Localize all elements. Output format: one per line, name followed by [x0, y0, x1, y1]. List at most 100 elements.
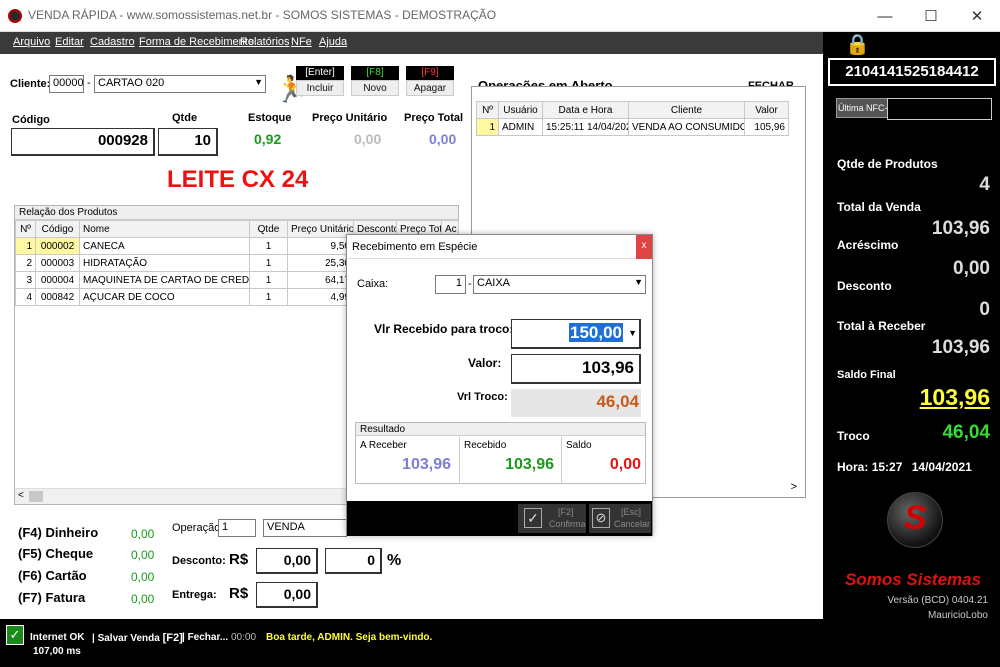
table-row[interactable]: 1 ADMIN 15:25:11 14/04/2021 VENDA AO CON… — [476, 118, 789, 136]
caixa-select[interactable]: CAIXA ▼ — [473, 275, 646, 294]
menu-forma-recebimento[interactable]: Forma de Recebimento — [139, 36, 254, 48]
data-value: 14/04/2021 — [911, 460, 972, 474]
col-header: Cliente — [628, 101, 745, 119]
scroll-thumb[interactable] — [29, 491, 43, 502]
recebido-value: 150,00 — [569, 323, 623, 342]
acrescimo-label: Acréscimo — [837, 238, 899, 252]
pagamento-cartao-label[interactable]: (F6) Cartão — [18, 568, 87, 583]
desconto-input[interactable]: 0,00 — [256, 548, 318, 574]
cliente-label: Cliente: — [10, 78, 51, 90]
operacao-select[interactable]: VENDA — [263, 519, 347, 537]
apagar-key: [F9] — [406, 66, 454, 80]
col-header: Valor — [744, 101, 789, 119]
hora-label: Hora: — [837, 460, 869, 474]
col-header: Código — [35, 220, 80, 238]
salvar-label: | Salvar Venda — [92, 633, 160, 644]
recebido2-value: 103,96 — [505, 456, 554, 473]
desconto-percent-input[interactable]: 0 — [325, 548, 382, 574]
col-header: Usuário — [498, 101, 543, 119]
desconto-summary-label: Desconto — [837, 279, 892, 293]
incluir-key: [Enter] — [296, 66, 344, 80]
cell: 15:25:11 14/04/2021 — [542, 118, 629, 136]
qtde-input[interactable]: 10 — [158, 128, 218, 156]
col-header: Nº — [15, 220, 36, 238]
apagar-button[interactable]: [F9] Apagar — [406, 66, 454, 96]
caixa-code-field[interactable]: 1 — [435, 275, 466, 294]
salvar-key: [F2] — [162, 632, 183, 644]
pagamento-dinheiro-label[interactable]: (F4) Dinheiro — [18, 525, 98, 540]
entrega-input[interactable]: 0,00 — [256, 582, 318, 608]
valor-input[interactable]: 103,96 — [511, 354, 641, 384]
cell: 25,30 — [287, 254, 354, 272]
menu-editar[interactable]: Editar — [55, 36, 84, 48]
saldo-cell: Saldo 0,00 — [562, 437, 646, 484]
minimize-button[interactable]: — — [862, 0, 908, 32]
cliente-code-field[interactable]: 000001 — [49, 75, 84, 93]
salvar-venda-button[interactable]: | Salvar Venda [F2] — [92, 632, 183, 644]
pagamento-fatura-label[interactable]: (F7) Fatura — [18, 590, 85, 605]
internet-status: Internet OK — [30, 632, 85, 643]
ultima-nfe-field[interactable] — [887, 98, 992, 120]
cell: 000004 — [35, 271, 80, 289]
cancelar-button[interactable]: ⊘ [Esc] Cancelar — [589, 504, 651, 533]
menu-ajuda[interactable]: Ajuda — [319, 36, 347, 48]
chevron-down-icon: ▼ — [634, 277, 643, 287]
estoque-value: 0,92 — [254, 131, 282, 147]
caixa-dash: - — [468, 278, 472, 290]
brand-name: Somos Sistemas — [845, 570, 982, 589]
recebido-label: Vlr Recebido para troco: — [374, 322, 514, 336]
menu-nfe[interactable]: NFe — [291, 36, 312, 48]
pagamento-dinheiro-value: 0,00 — [131, 527, 155, 541]
recebido-input[interactable]: 150,00 ▼ — [511, 319, 641, 349]
novo-button[interactable]: [F8] Novo — [351, 66, 399, 96]
operacao-code-field[interactable]: 1 — [218, 519, 256, 537]
maximize-button[interactable]: ☐ — [908, 0, 954, 32]
qtde-produtos-label: Qtde de Produtos — [837, 157, 938, 171]
tempo-value: 00:00 — [231, 632, 257, 643]
nfe-number: 2104141525184412 — [828, 58, 996, 86]
pagamento-cheque-label[interactable]: (F5) Cheque — [18, 546, 93, 561]
saldo-final-label: Saldo Final — [837, 369, 896, 381]
confirma-label: Confirma — [549, 519, 586, 529]
total-venda-value: 103,96 — [931, 218, 990, 239]
dialog-titlebar: Recebimento em Espécie x — [347, 235, 652, 259]
right-summary-panel: 🔒 2104141525184412 Última NFC-e Qtde de … — [823, 32, 1000, 619]
menu-relatorios[interactable]: Relatórios — [240, 36, 290, 48]
pagamento-cartao-value: 0,00 — [131, 570, 155, 584]
caixa-name: CAIXA — [477, 277, 511, 289]
cell: 1 — [249, 288, 288, 306]
cell: 3 — [15, 271, 36, 289]
saldo-final-value: 103,96 — [919, 384, 990, 410]
menu-cadastro[interactable]: Cadastro — [90, 36, 135, 48]
close-window-button[interactable]: ✕ — [954, 0, 1000, 32]
codigo-input[interactable]: 000928 — [11, 128, 155, 156]
produtos-title: Relação dos Produtos — [15, 206, 458, 220]
incluir-label: Incluir — [296, 80, 344, 96]
saldo-label: Saldo — [566, 440, 592, 451]
total-receber-label: Total à Receber — [837, 319, 926, 333]
dialog-close-button[interactable]: x — [636, 235, 652, 259]
cell: 000002 — [35, 237, 80, 255]
confirma-button[interactable]: ✓ [F2] Confirma — [518, 504, 586, 533]
a-receber-cell: A Receber 103,96 — [356, 437, 460, 484]
recebido2-label: Recebido — [464, 440, 507, 451]
chevron-down-icon: ▼ — [254, 77, 263, 87]
chevron-left-icon[interactable]: < — [18, 490, 24, 501]
title-bar: VENDA RÁPIDA - www.somossistemas.net.br … — [0, 0, 1000, 32]
window-title: VENDA RÁPIDA - www.somossistemas.net.br … — [28, 8, 497, 22]
fechar-button[interactable]: | Fechar... — [182, 632, 228, 643]
chevron-right-icon[interactable]: > — [791, 481, 797, 493]
lock-icon: 🔒 — [845, 34, 870, 56]
entrega-label: Entrega: — [172, 589, 217, 601]
chevron-down-icon[interactable]: ▼ — [628, 328, 637, 338]
desconto-currency: R$ — [229, 551, 249, 568]
cell: 1 — [15, 237, 36, 255]
menu-arquivo[interactable]: Arquivo — [13, 36, 50, 48]
total-venda-label: Total da Venda — [837, 200, 921, 214]
cliente-select[interactable]: CARTAO 020 ▼ — [94, 75, 266, 93]
apagar-label: Apagar — [406, 80, 454, 96]
incluir-button[interactable]: [Enter] Incluir — [296, 66, 344, 96]
troco-summary-label: Troco — [837, 429, 870, 443]
hora-value: 15:27 — [871, 460, 903, 474]
col-header: Qtde — [249, 220, 288, 238]
